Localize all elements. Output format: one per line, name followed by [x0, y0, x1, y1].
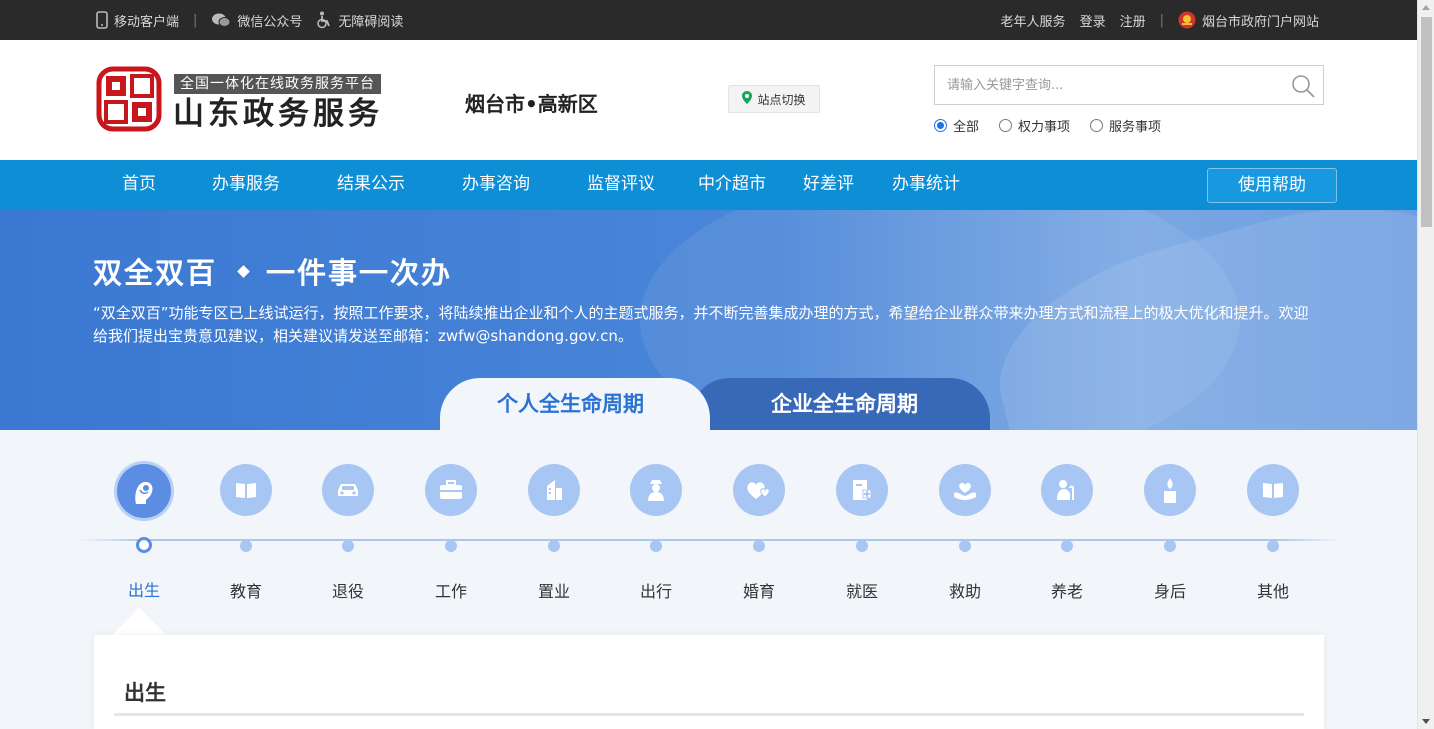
stage-education[interactable]: 教育 [201, 464, 291, 602]
search-icon[interactable] [1291, 74, 1315, 102]
nav-agency-market[interactable]: 中介超市 [698, 160, 766, 210]
tab-corporate-lifecycle[interactable]: 企业全生命周期 [771, 388, 918, 418]
header: 全国一体化在线政务服务平台 山东政务服务 烟台市•高新区 站点切换 全部 权力事… [0, 40, 1417, 160]
timeline-node [445, 540, 457, 552]
mobile-client-link[interactable]: 移动客户端 [96, 11, 179, 30]
radio-indicator[interactable] [934, 119, 947, 132]
radio-indicator[interactable] [999, 119, 1013, 132]
timeline-node [959, 540, 971, 552]
briefcase-icon [425, 464, 477, 516]
login-link[interactable]: 登录 [1080, 11, 1106, 30]
phone-icon [96, 11, 108, 29]
top-bar-left: 移动客户端 | 微信公众号 无障碍阅读 [96, 0, 403, 40]
hearts-icon [733, 464, 785, 516]
timeline-node [136, 537, 152, 553]
top-bar-right: 老年人服务 登录 注册 | 烟台市政府门户网站 [1001, 0, 1319, 40]
current-city: 烟台市•高新区 [465, 92, 598, 116]
banner-title: 双全双百 一件事一次办 [93, 256, 453, 290]
main-nav: 首页 办事服务 结果公示 办事咨询 监督评议 中介超市 好差评 办事统计 使用帮… [0, 160, 1417, 210]
elder-service-link[interactable]: 老年人服务 [1001, 11, 1066, 30]
baby-icon [117, 464, 171, 518]
candle-icon [1144, 464, 1196, 516]
nav-home[interactable]: 首页 [122, 160, 156, 210]
timeline-node [1061, 540, 1073, 552]
stage-veteran[interactable]: 退役 [303, 464, 393, 602]
nav-evaluation[interactable]: 好差评 [803, 160, 854, 210]
page-scrollbar[interactable] [1417, 0, 1434, 729]
scope-all-radio[interactable]: 全部 [934, 116, 979, 135]
timeline-node [240, 540, 252, 552]
stage-property[interactable]: 置业 [509, 464, 599, 602]
seal-logo[interactable] [96, 66, 162, 132]
divider: | [193, 12, 198, 28]
stage-marriage[interactable]: 婚育 [714, 464, 804, 602]
stage-content-panel: 出生 [94, 635, 1324, 729]
stage-travel[interactable]: 出行 [611, 464, 701, 602]
nav-consult[interactable]: 办事咨询 [462, 160, 530, 210]
car-icon [322, 464, 374, 516]
scope-power-radio[interactable]: 权力事项 [999, 116, 1070, 135]
nav-statistics[interactable]: 办事统计 [892, 160, 960, 210]
timeline-node [650, 540, 662, 552]
stage-assistance[interactable]: 救助 [920, 464, 1010, 602]
gov-portal-link[interactable]: 烟台市政府门户网站 [1178, 11, 1319, 30]
divider [114, 713, 1304, 716]
timeline-node [856, 540, 868, 552]
nav-results[interactable]: 结果公示 [337, 160, 405, 210]
stage-work[interactable]: 工作 [406, 464, 496, 602]
medical-icon [836, 464, 888, 516]
accessible-reading-link[interactable]: 无障碍阅读 [316, 11, 403, 30]
national-emblem-icon [1178, 11, 1196, 29]
banner-description: “双全双百”功能专区已上线试运行，按照工作要求，将陆续推出企业和个人的主题式服务… [93, 304, 1309, 345]
divider: | [1159, 12, 1164, 28]
active-stage-pointer [111, 608, 167, 636]
scope-service-radio[interactable]: 服务事项 [1090, 116, 1161, 135]
lifecycle-stages: 出生 教育 退役 工作 置业 出行 婚育 就医 救助 养老 身后 其他 [0, 430, 1417, 636]
stage-other[interactable]: 其他 [1228, 464, 1318, 602]
stage-funeral[interactable]: 身后 [1125, 464, 1215, 602]
search-box [934, 65, 1324, 105]
search-input[interactable] [935, 66, 1275, 104]
building-icon [528, 464, 580, 516]
logo-subtitle: 全国一体化在线政务服务平台 [174, 74, 381, 94]
timeline-node [1164, 540, 1176, 552]
traveler-icon [630, 464, 682, 516]
timeline-node [1267, 540, 1279, 552]
stage-birth[interactable]: 出生 [99, 464, 189, 601]
nav-supervision[interactable]: 监督评议 [587, 160, 655, 210]
timeline-node [753, 540, 765, 552]
timeline-node [548, 540, 560, 552]
location-pin-icon [742, 91, 753, 107]
panel-title: 出生 [124, 681, 166, 705]
site-switch-button[interactable]: 站点切换 [728, 85, 820, 113]
tab-personal-lifecycle[interactable]: 个人全生命周期 [497, 388, 644, 418]
stage-elderly[interactable]: 养老 [1022, 464, 1112, 602]
wechat-link[interactable]: 微信公众号 [211, 11, 302, 30]
scroll-thumb[interactable] [1421, 17, 1432, 227]
wechat-icon [211, 12, 231, 28]
heart-hand-icon [939, 464, 991, 516]
radio-indicator[interactable] [1090, 119, 1104, 132]
register-link[interactable]: 注册 [1120, 11, 1146, 30]
nav-services[interactable]: 办事服务 [212, 160, 280, 210]
diamond-icon [237, 264, 250, 278]
hero-banner: 双全双百 一件事一次办 “双全双百”功能专区已上线试运行，按照工作要求，将陆续推… [0, 210, 1417, 430]
top-bar: 移动客户端 | 微信公众号 无障碍阅读 老年人服务 登录 注册 | 烟台市政府门… [0, 0, 1417, 40]
stage-medical[interactable]: 就医 [817, 464, 907, 602]
help-button[interactable]: 使用帮助 [1207, 168, 1337, 203]
elder-icon [1041, 464, 1093, 516]
scroll-up-icon[interactable] [1422, 5, 1430, 10]
scroll-down-icon[interactable] [1422, 719, 1430, 724]
logo-title[interactable]: 山东政务服务 [173, 96, 383, 132]
timeline-node [342, 540, 354, 552]
wheelchair-icon [316, 11, 332, 29]
book-open-icon [1247, 464, 1299, 516]
search-scope: 全部 权力事项 服务事项 [934, 116, 1161, 135]
book-icon [220, 464, 272, 516]
